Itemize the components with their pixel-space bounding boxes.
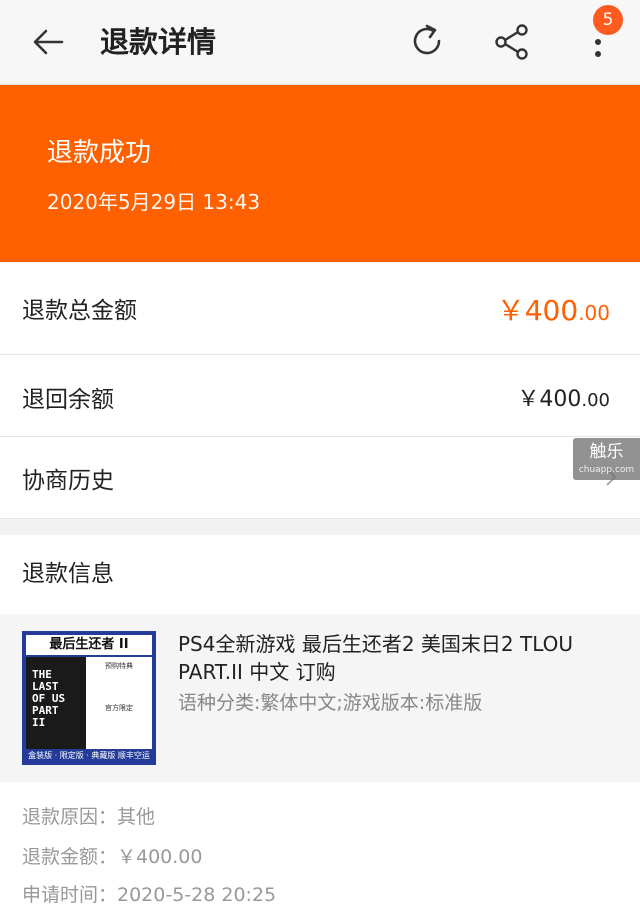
notification-badge: 5: [593, 5, 623, 35]
thumbnail-official-text: 官方限定: [105, 704, 133, 712]
negotiation-history-row[interactable]: 协商历史: [0, 437, 640, 519]
share-button[interactable]: [492, 22, 532, 62]
total-refund-row: 退款总金额 ￥400.00: [0, 263, 640, 355]
product-thumbnail: 最后生还者 II THE LAST OF US PART II 预购特典 官方限…: [22, 631, 156, 765]
watermark-text: 触乐: [589, 442, 624, 462]
thumbnail-preorder-text: 预购特典: [105, 662, 133, 670]
negotiation-history-label: 协商历史: [22, 468, 114, 494]
refund-reason: 退款原因：其他: [22, 806, 156, 828]
balance-refund-row: 退回余额 ￥400.00: [0, 355, 640, 437]
balance-amount-decimal: .00: [581, 390, 610, 411]
watermark-url: chuapp.com: [578, 465, 635, 475]
total-amount-main: ￥400: [496, 294, 579, 327]
thumbnail-title: 最后生还者 II: [26, 635, 152, 655]
balance-refund-amount: ￥400.00: [517, 381, 610, 413]
product-name: PS4全新游戏 最后生还者2 美国末日2 TLOU PART.II 中文 订购: [178, 632, 574, 684]
refund-amount-detail: 退款金额：￥400.00: [22, 846, 203, 868]
refund-info-title: 退款信息: [22, 561, 114, 587]
balance-refund-label: 退回余额: [22, 387, 114, 413]
status-banner: 退款成功 2020年5月29日 13:43: [0, 85, 640, 262]
thumbnail-game-title: THE LAST OF US PART II: [32, 668, 66, 729]
product-spec: 语种分类:繁体中文;游戏版本:标准版: [178, 692, 483, 714]
thumbnail-edition-text: 盒装版 · 限定版 · 典藏版 顺丰空运: [28, 751, 150, 760]
total-refund-amount: ￥400.00: [497, 289, 610, 329]
refresh-icon: [413, 24, 441, 55]
total-amount-decimal: .00: [578, 301, 610, 325]
refund-status: 退款成功: [47, 138, 152, 168]
apply-time: 申请时间：2020-5-28 20:25: [22, 884, 277, 906]
refresh-button[interactable]: [406, 20, 448, 62]
balance-amount-main: ￥400: [517, 387, 582, 412]
back-arrow-icon: [33, 29, 64, 55]
top-bar: 退款详情 5: [0, 0, 640, 85]
product-card[interactable]: 最后生还者 II THE LAST OF US PART II 预购特典 官方限…: [0, 614, 640, 782]
back-button[interactable]: [28, 22, 68, 62]
site-watermark: 触乐 chuapp.com: [573, 438, 640, 480]
thumbnail-side-panel: 预购特典 官方限定: [86, 657, 152, 749]
refund-info-section: 退款信息 最后生还者 II THE LAST OF US PART II 预购特…: [0, 535, 640, 919]
refund-time: 2020年5月29日 13:43: [47, 190, 261, 214]
thumbnail-artwork: THE LAST OF US PART II 预购特典 官方限定: [26, 657, 152, 749]
share-icon: [495, 24, 528, 60]
total-refund-label: 退款总金额: [22, 298, 137, 324]
page-title: 退款详情: [100, 25, 217, 59]
